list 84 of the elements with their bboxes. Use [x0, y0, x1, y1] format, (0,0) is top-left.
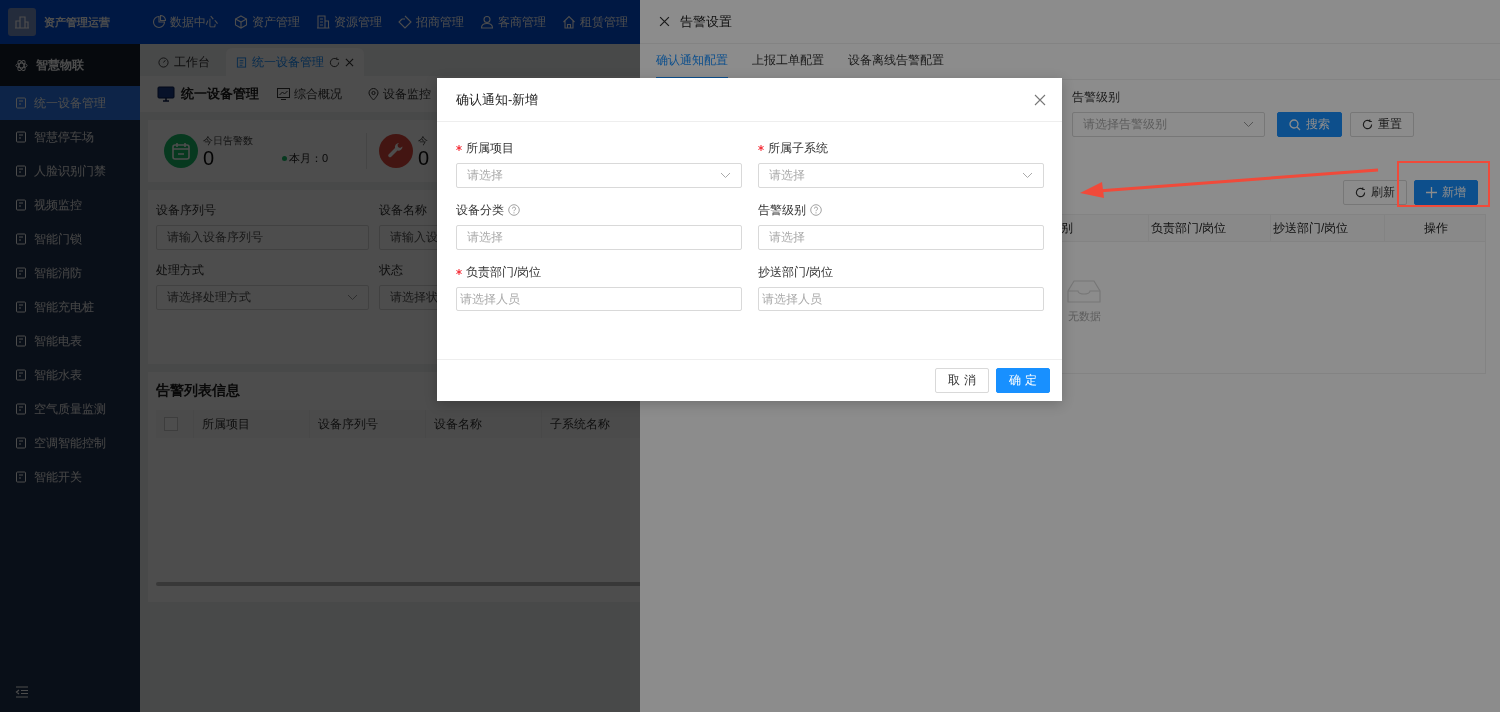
- field-label: 所属项目: [466, 139, 514, 157]
- refresh-icon[interactable]: [329, 56, 340, 68]
- select-field[interactable]: 请选择: [758, 163, 1044, 188]
- sidebar-section[interactable]: 智慧物联: [0, 44, 140, 86]
- drawer-title: 告警设置: [680, 12, 732, 31]
- monitor-icon: [157, 86, 175, 102]
- device-icon: [15, 233, 27, 245]
- column-header: 操作: [1424, 219, 1448, 237]
- line-chart-icon: [277, 88, 290, 100]
- filter-label: 状态: [379, 262, 403, 279]
- cube-icon: [234, 15, 248, 29]
- filter-label: 设备序列号: [156, 202, 216, 219]
- tab[interactable]: 设备离线告警配置: [848, 44, 944, 79]
- device-icon: [15, 301, 27, 313]
- nav-item[interactable]: 资源管理: [316, 13, 382, 31]
- tag-icon: [398, 15, 412, 29]
- pie-chart-icon: [152, 15, 166, 29]
- field-label: 设备分类: [456, 201, 504, 219]
- confirm-button[interactable]: 确定: [996, 368, 1050, 393]
- device-icon: [15, 335, 27, 347]
- chevron-down-icon: [1022, 172, 1033, 179]
- column-header: 负责部门/岗位: [1151, 219, 1227, 237]
- select-field[interactable]: 请选择: [456, 163, 742, 188]
- device-icon: [15, 403, 27, 415]
- filter-label: 设备名称: [379, 202, 427, 219]
- wrench-icon: [379, 134, 413, 168]
- nav-item[interactable]: 招商管理: [398, 13, 464, 31]
- chevron-down-icon: [720, 172, 731, 179]
- input-field[interactable]: 请选择: [456, 225, 742, 250]
- device-icon: [15, 97, 27, 109]
- device-icon: [15, 369, 27, 381]
- document-icon: [236, 56, 247, 68]
- dialog-title: 确认通知-新增: [456, 90, 539, 109]
- column-header: 抄送部门/岗位: [1273, 219, 1349, 237]
- section-title: 告警列表信息: [156, 382, 241, 400]
- field-label: 负责部门/岗位: [466, 263, 542, 281]
- device-icon: [15, 199, 27, 211]
- location-pin-icon: [368, 87, 379, 101]
- device-icon: [15, 267, 27, 279]
- status-dot: [282, 155, 287, 161]
- input-field[interactable]: 请选择人员: [456, 287, 742, 311]
- cancel-button[interactable]: 取消: [935, 368, 989, 393]
- chevron-down-icon: [1243, 121, 1254, 128]
- input-field[interactable]: 请选择: [758, 225, 1044, 250]
- search-icon: [1289, 118, 1301, 131]
- user-icon: [480, 15, 494, 29]
- stat-value: 0: [418, 148, 430, 168]
- column-header: 设备名称: [434, 415, 482, 433]
- dashboard-icon: [158, 56, 169, 68]
- empty-box-icon: [1067, 279, 1101, 303]
- nav-item[interactable]: 数据中心: [152, 13, 218, 31]
- input-field[interactable]: 请选择人员: [758, 287, 1044, 311]
- plus-icon: [1426, 187, 1437, 198]
- chevron-down-icon: [347, 294, 358, 301]
- nav-item[interactable]: 资产管理: [234, 13, 300, 31]
- calendar-icon: [164, 134, 198, 168]
- device-icon: [15, 131, 27, 143]
- field-label: 所属子系统: [768, 139, 828, 157]
- close-icon[interactable]: [345, 57, 354, 67]
- app-name: 资产管理运营: [44, 14, 111, 30]
- refresh-icon: [1355, 187, 1366, 198]
- refresh-icon: [1362, 119, 1373, 130]
- building-icon: [316, 15, 330, 29]
- field-label: 抄送部门/岗位: [758, 263, 834, 281]
- stat-value: 0: [203, 148, 216, 168]
- tab[interactable]: 上报工单配置: [752, 44, 824, 79]
- column-header: 别: [1061, 219, 1073, 237]
- house-icon: [562, 15, 576, 29]
- nav-item[interactable]: 租赁管理: [562, 13, 628, 31]
- menu-fold-icon[interactable]: [15, 686, 29, 698]
- nav-item[interactable]: 客商管理: [480, 13, 546, 31]
- field-label: 告警级别: [758, 201, 806, 219]
- device-icon: [15, 437, 27, 449]
- filter-label: 告警级别: [1072, 89, 1120, 106]
- close-icon[interactable]: [659, 16, 670, 27]
- close-icon[interactable]: [1034, 93, 1046, 106]
- add-button[interactable]: 新增: [1414, 180, 1478, 205]
- refresh-button[interactable]: 刷新: [1343, 180, 1407, 205]
- device-icon: [15, 471, 27, 483]
- search-button[interactable]: 搜索: [1277, 112, 1342, 137]
- reset-button[interactable]: 重置: [1350, 112, 1414, 137]
- logo-icon: [8, 8, 36, 36]
- atom-icon: [15, 58, 28, 72]
- device-icon: [15, 165, 27, 177]
